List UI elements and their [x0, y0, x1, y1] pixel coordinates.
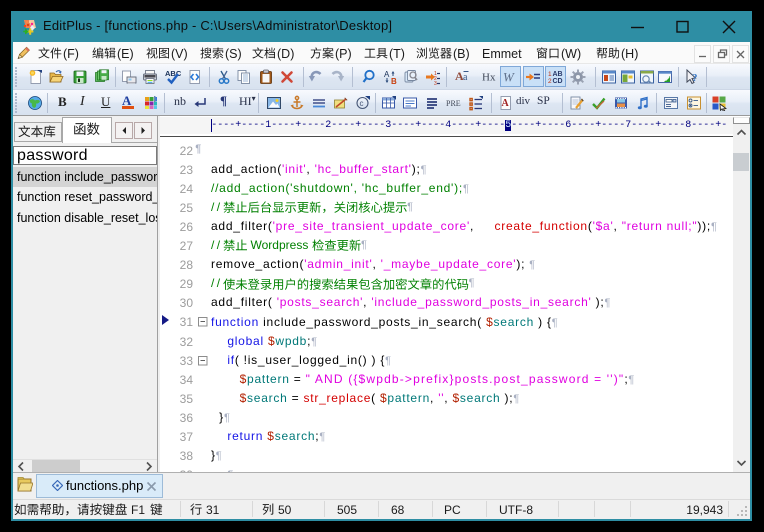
svg-text:a: a: [463, 72, 468, 83]
svg-text:Hx: Hx: [482, 72, 496, 84]
svg-text:W: W: [503, 70, 515, 85]
svg-text:AB: AB: [553, 71, 563, 78]
svg-text:PRE: PRE: [446, 99, 461, 108]
svg-text:CD: CD: [553, 78, 563, 85]
svg-text:1: 1: [548, 71, 552, 78]
svg-text:A: A: [384, 70, 390, 79]
svg-text:ABC: ABC: [165, 69, 181, 78]
svg-text:2: 2: [548, 78, 552, 85]
svg-text:c: c: [360, 99, 364, 108]
svg-text:3: 3: [434, 81, 437, 85]
svg-text:A: A: [502, 98, 510, 109]
svg-text:B: B: [391, 77, 397, 85]
svg-text:?: ?: [692, 72, 698, 84]
